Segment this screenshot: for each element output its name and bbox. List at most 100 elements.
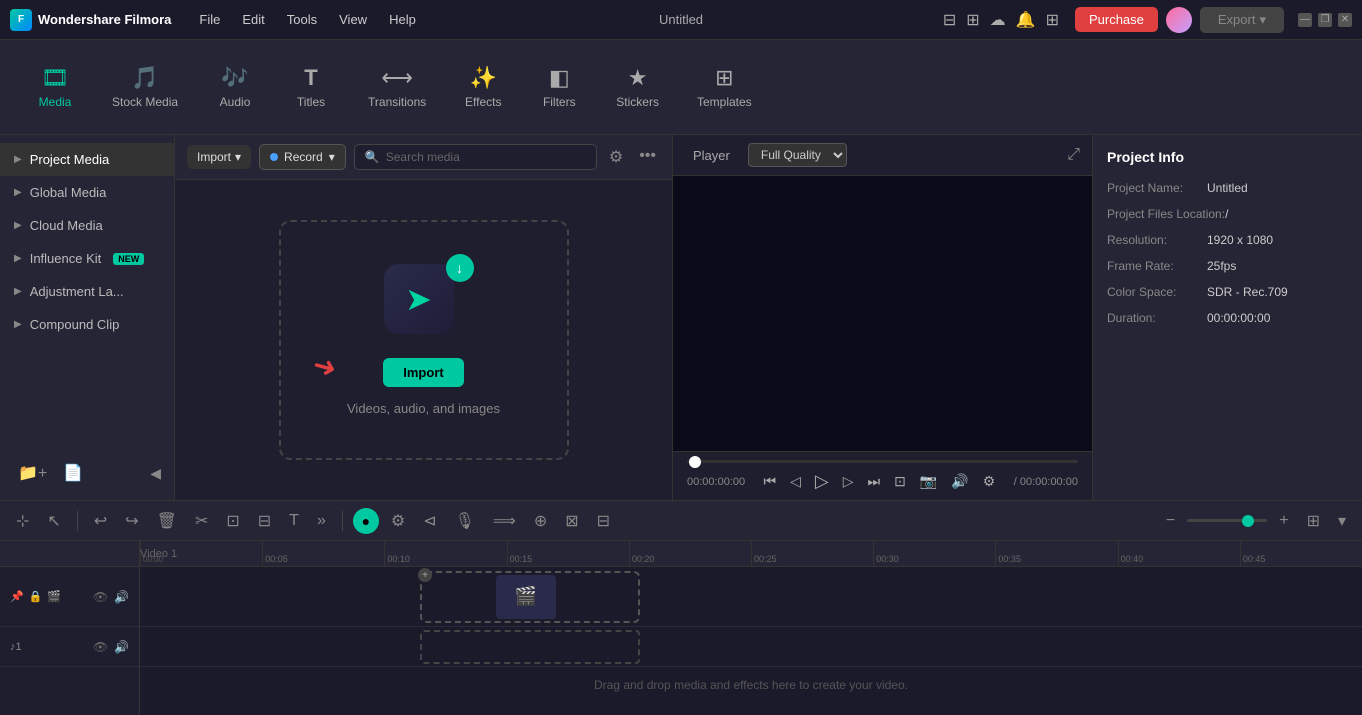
eye-track-icon[interactable]: 👁: [93, 590, 108, 604]
split-audio-icon[interactable]: ⊟: [252, 507, 277, 535]
app-icon-container: ➤ ↓: [384, 264, 464, 344]
menu-file[interactable]: File: [189, 8, 230, 31]
select-tool-icon[interactable]: ⊹: [10, 507, 35, 535]
settings-tl-icon[interactable]: ⚙: [385, 507, 411, 535]
tab-stickers[interactable]: ★ Stickers: [600, 57, 675, 117]
export-button[interactable]: Export ▾: [1200, 7, 1284, 33]
selection-tool-icon[interactable]: ↖: [41, 507, 66, 535]
sidebar-item-adjustment-layer[interactable]: ▶ Adjustment La...: [0, 275, 174, 308]
win-minimize-button[interactable]: —: [1298, 13, 1312, 27]
effects-tab-label: Effects: [465, 95, 501, 109]
menu-tools[interactable]: Tools: [277, 8, 327, 31]
zoom-in-icon[interactable]: +: [1273, 508, 1294, 534]
tab-transitions[interactable]: ⟷ Transitions: [352, 57, 442, 117]
screenshot-icon[interactable]: 📷: [920, 473, 937, 490]
frame-forward-icon[interactable]: ▷: [843, 473, 854, 490]
settings-icon[interactable]: ⚙: [983, 473, 996, 490]
quality-select[interactable]: Full Quality: [748, 143, 847, 167]
zoom-thumb[interactable]: [1242, 515, 1254, 527]
sidebar-item-compound-clip[interactable]: ▶ Compound Clip: [0, 308, 174, 341]
more-tl-icon[interactable]: »: [311, 508, 332, 534]
tab-titles[interactable]: T Titles: [276, 57, 346, 117]
import-green-button[interactable]: Import: [383, 358, 463, 387]
picture-in-picture-icon[interactable]: ⊟: [591, 507, 616, 535]
minimize-window-icon[interactable]: ⊟: [943, 10, 956, 30]
info-row-colorspace: Color Space: SDR - Rec.709: [1107, 285, 1348, 299]
skip-forward-icon[interactable]: ⏭: [868, 473, 881, 490]
tab-filters[interactable]: ◧ Filters: [524, 57, 594, 117]
play-head-btn[interactable]: ●: [353, 508, 379, 534]
frame-back-icon[interactable]: ◁: [790, 473, 801, 490]
arrow-icon: ▶: [14, 253, 22, 264]
zoom-track[interactable]: [1187, 519, 1267, 522]
volume-icon[interactable]: 🔊: [951, 473, 968, 490]
player-canvas: [673, 176, 1092, 451]
sidebar-item-influence-kit[interactable]: ▶ Influence Kit NEW: [0, 242, 174, 275]
undo-icon[interactable]: ↩: [88, 507, 113, 535]
sidebar-item-project-media[interactable]: ▶ Project Media: [0, 143, 174, 176]
zoom-out-icon[interactable]: −: [1160, 508, 1181, 534]
redo-icon[interactable]: ↪: [119, 507, 144, 535]
menu-help[interactable]: Help: [379, 8, 426, 31]
cut-icon[interactable]: ✂: [189, 507, 214, 535]
text-tl-icon[interactable]: T: [283, 508, 305, 534]
sidebar-item-global-media[interactable]: ▶ Global Media: [0, 176, 174, 209]
menu-edit[interactable]: Edit: [232, 8, 274, 31]
sidebar-item-cloud-media[interactable]: ▶ Cloud Media: [0, 209, 174, 242]
media-tab-label: Media: [39, 95, 72, 109]
player-progress-thumb[interactable]: [689, 456, 701, 468]
play-button[interactable]: ▷: [815, 471, 829, 492]
notification-icon[interactable]: 🔔: [1016, 10, 1036, 30]
skip-back-icon[interactable]: ⏮: [764, 473, 777, 490]
collapse-sidebar-icon[interactable]: ◀: [150, 465, 161, 482]
add-folder-icon[interactable]: 📁+: [14, 459, 51, 487]
tab-templates[interactable]: ⊞ Templates: [681, 57, 768, 117]
mute-audio-icon[interactable]: 🔊: [114, 640, 129, 654]
add-media-icon[interactable]: 📄: [59, 459, 87, 487]
filter-icon[interactable]: ⚙: [605, 143, 627, 171]
cloud-upload-icon[interactable]: ☁: [990, 10, 1006, 30]
marker-in-icon[interactable]: ⊲: [417, 507, 442, 535]
tab-effects[interactable]: ✨ Effects: [448, 57, 518, 117]
purchase-button[interactable]: Purchase: [1075, 7, 1158, 32]
user-avatar[interactable]: [1166, 7, 1192, 33]
video-clip-placeholder[interactable]: 🎬: [420, 571, 640, 623]
track-v1-icons: 👁 🔊: [93, 590, 129, 604]
search-icon: 🔍: [365, 150, 380, 164]
expand-player-icon[interactable]: ⤢: [1067, 146, 1080, 164]
merge-icon[interactable]: ⊕: [528, 507, 553, 535]
menu-view[interactable]: View: [329, 8, 377, 31]
transitions-tab-icon: ⟷: [381, 65, 413, 91]
mute-track-icon[interactable]: 🔊: [114, 590, 129, 604]
crop-tl-icon[interactable]: ⊡: [220, 507, 245, 535]
player-header: Player Full Quality ⤢: [673, 135, 1092, 176]
win-restore-button[interactable]: ❐: [1318, 13, 1332, 27]
toolbar: 🎞 Media 🎵 Stock Media 🎶 Audio T Titles ⟷…: [0, 40, 1362, 135]
grid-view-icon[interactable]: ⊞: [1301, 507, 1326, 535]
delete-icon[interactable]: 🗑: [151, 507, 183, 535]
arrow-icon: ▶: [14, 319, 22, 330]
tab-media[interactable]: 🎞 Media: [20, 57, 90, 117]
player-progress-track[interactable]: [687, 460, 1078, 463]
tab-audio[interactable]: 🎶 Audio: [200, 57, 270, 117]
tab-stock-media[interactable]: 🎵 Stock Media: [96, 57, 194, 117]
audio-clip-placeholder[interactable]: [420, 630, 640, 664]
crop-icon[interactable]: ⊡: [894, 473, 906, 490]
import-button[interactable]: Import ▾: [187, 145, 251, 169]
layout-icon[interactable]: ⊞: [966, 10, 979, 30]
player-tab[interactable]: Player: [685, 144, 738, 167]
record-dot-icon: [270, 153, 278, 161]
more-options-icon[interactable]: •••: [635, 143, 660, 171]
eye-audio-icon[interactable]: 👁: [93, 640, 108, 654]
chevron-down-icon[interactable]: ▾: [1332, 507, 1352, 535]
filters-tab-icon: ◧: [549, 65, 570, 91]
ruler-marks: 00:00 00:05 00:10 00:15 00:20 00:25 00:3…: [140, 541, 1362, 566]
speed-icon[interactable]: ⟹: [487, 507, 522, 535]
mic-icon[interactable]: 🎙: [449, 507, 481, 535]
split-icon[interactable]: ⊠: [559, 507, 584, 535]
win-close-button[interactable]: ✕: [1338, 13, 1352, 27]
lock-track-icon[interactable]: 🔒: [29, 590, 43, 603]
apps-icon[interactable]: ⊞: [1046, 10, 1059, 30]
record-button[interactable]: Record ▾: [259, 144, 346, 170]
add-to-timeline-icon[interactable]: +: [418, 568, 432, 582]
